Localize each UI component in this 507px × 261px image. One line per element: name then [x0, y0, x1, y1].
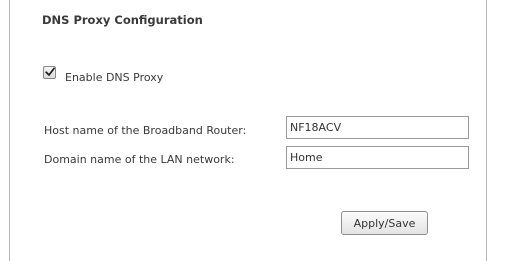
enable-dns-proxy-checkbox[interactable] [43, 66, 56, 79]
domain-name-input[interactable] [286, 146, 469, 169]
enable-dns-proxy-label[interactable]: Enable DNS Proxy [65, 71, 163, 84]
apply-save-button[interactable]: Apply/Save [341, 211, 428, 235]
section-title: DNS Proxy Configuration [42, 13, 203, 27]
host-name-label: Host name of the Broadband Router: [44, 124, 247, 137]
domain-name-label: Domain name of the LAN network: [44, 153, 235, 166]
checkmark-icon [45, 67, 55, 76]
host-name-input[interactable] [286, 116, 469, 139]
